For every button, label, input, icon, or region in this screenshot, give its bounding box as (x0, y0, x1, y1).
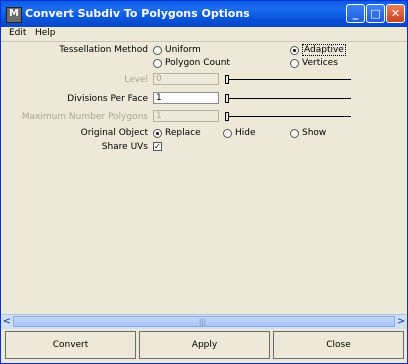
tessellation-method-label: Tessellation Method (59, 45, 148, 55)
radio-hide[interactable] (223, 129, 232, 138)
menu-bar: Edit Help (1, 27, 407, 42)
horizontal-scrollbar[interactable]: < ||| > (1, 314, 407, 329)
radio-uniform[interactable] (153, 46, 162, 55)
maya-app-icon (6, 7, 22, 23)
max-polygons-label: Maximum Number Polygons (21, 112, 148, 122)
divisions-slider-track[interactable] (225, 98, 351, 99)
scroll-thumb[interactable]: ||| (13, 316, 395, 327)
scroll-left-arrow-icon[interactable]: < (1, 315, 13, 328)
radio-replace-label[interactable]: Replace (165, 128, 201, 138)
level-field[interactable]: 0 (153, 73, 219, 85)
close-button[interactable]: Close (273, 331, 404, 359)
level-slider-track[interactable] (225, 79, 351, 80)
max-polygons-slider-track[interactable] (225, 116, 351, 117)
radio-vertices[interactable] (290, 59, 299, 68)
close-window-button[interactable]: ✕ (386, 4, 405, 23)
original-object-label: Original Object (80, 128, 148, 138)
radio-hide-label[interactable]: Hide (235, 128, 256, 138)
menu-edit[interactable]: Edit (9, 28, 26, 38)
max-polygons-field[interactable]: 1 (153, 110, 219, 122)
menu-help[interactable]: Help (35, 28, 56, 38)
radio-adaptive-label[interactable]: Adaptive (302, 44, 346, 56)
radio-polygon-count[interactable] (153, 59, 162, 68)
radio-uniform-label[interactable]: Uniform (165, 45, 201, 55)
title-bar[interactable]: Convert Subdiv To Polygons Options _ □ ✕ (1, 1, 407, 27)
divisions-field[interactable]: 1 (153, 92, 219, 104)
options-panel: Tessellation Method Uniform Adaptive Pol… (1, 42, 407, 314)
scroll-grip-icon: ||| (199, 318, 207, 326)
radio-show[interactable] (290, 129, 299, 138)
options-window: Convert Subdiv To Polygons Options _ □ ✕… (0, 0, 408, 364)
divisions-slider-thumb[interactable] (225, 94, 229, 103)
radio-vertices-label[interactable]: Vertices (302, 58, 338, 68)
scroll-right-arrow-icon[interactable]: > (395, 315, 407, 328)
maximize-button[interactable]: □ (366, 4, 385, 23)
apply-button[interactable]: Apply (139, 331, 270, 359)
share-uvs-checkbox[interactable]: ✓ (153, 142, 162, 151)
radio-adaptive[interactable] (290, 46, 299, 55)
level-slider-thumb[interactable] (225, 75, 229, 84)
level-label: Level (124, 75, 148, 85)
radio-polygon-count-label[interactable]: Polygon Count (165, 58, 230, 68)
radio-show-label[interactable]: Show (302, 128, 326, 138)
button-bar: Convert Apply Close (1, 329, 407, 363)
share-uvs-label: Share UVs (101, 142, 148, 152)
convert-button[interactable]: Convert (5, 331, 136, 359)
window-title: Convert Subdiv To Polygons Options (25, 7, 250, 20)
max-polygons-slider-thumb[interactable] (225, 112, 229, 121)
minimize-button[interactable]: _ (346, 4, 365, 23)
divisions-label: Divisions Per Face (67, 94, 148, 104)
radio-replace[interactable] (153, 129, 162, 138)
